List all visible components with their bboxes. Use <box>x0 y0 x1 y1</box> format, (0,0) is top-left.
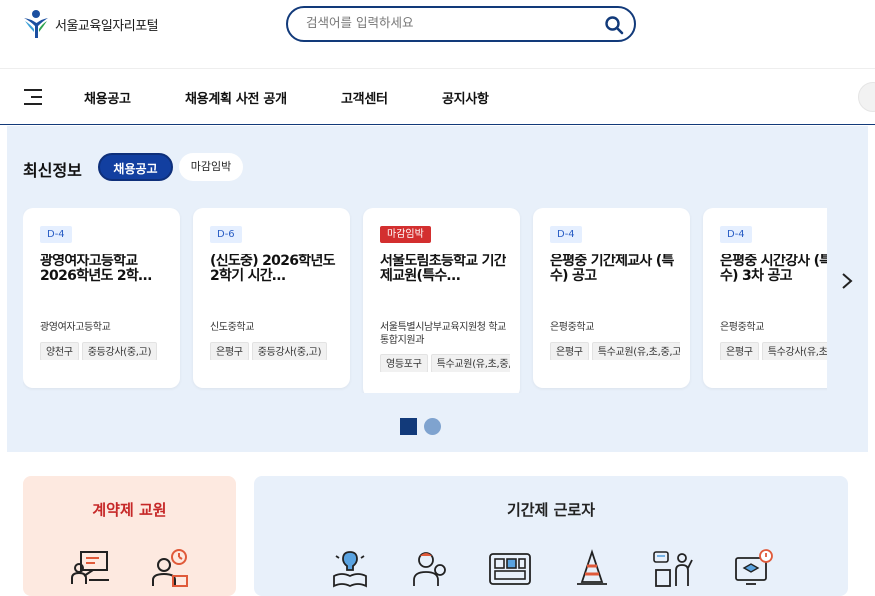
job-card[interactable]: D-4 은평중 기간제교사 (특수) 공고 은평중학교 은평구 특수교원(유,초,… <box>533 208 690 388</box>
card-title: 은평중 시간강사 (특수) 3차 공고 <box>720 254 827 284</box>
chevron-right-icon[interactable] <box>840 271 854 291</box>
job-card[interactable]: D-4 은평중 시간강사 (특수) 3차 공고 은평중학교 은평구 특수강사(유,… <box>703 208 827 388</box>
online-class-icon <box>735 549 773 585</box>
category-tag: 중등강사(중,고) <box>251 342 328 360</box>
nav-item-customer-center[interactable]: 고객센터 <box>341 88 388 107</box>
dday-badge: D-6 <box>210 226 242 243</box>
fixed-term-worker-title: 기간제 근로자 <box>506 501 596 519</box>
card-tags: 양천구 중등강사(중,고) <box>40 340 170 360</box>
nav-item-notices[interactable]: 공지사항 <box>442 88 489 107</box>
tray-icon <box>489 553 531 585</box>
main-nav: 채용공고 채용계획 사전 공개 고객센터 공지사항 <box>0 68 875 125</box>
teacher-board-icon <box>71 551 109 584</box>
category-tag: 중등강사(중,고) <box>81 342 158 360</box>
region-tag: 양천구 <box>40 342 79 360</box>
card-carousel: D-4 광영여자고등학교 2026학년도 2학… 광영여자고등학교 양천구 중등강… <box>23 208 827 393</box>
nav-item-hiring-plans[interactable]: 채용계획 사전 공개 <box>185 88 287 107</box>
region-tag: 은평구 <box>210 342 249 360</box>
category-tag: 특수강사(유,초,중,고) <box>761 342 827 360</box>
header: 서울교육일자리포털 <box>0 0 875 68</box>
card-tags: 영등포구특수교원(유,초,중,고) <box>380 352 510 372</box>
search-icon[interactable] <box>604 15 624 35</box>
card-title: 서울도림초등학교 기간제교원(특수… <box>380 254 506 284</box>
search-input[interactable] <box>306 15 596 30</box>
card-tags: 은평구 특수교원(유,초,중,고) <box>550 340 680 360</box>
nav-extra-button[interactable] <box>858 82 875 112</box>
presenter-icon <box>653 551 693 587</box>
card-title: (신도중) 2026학년도 2학기 시간… <box>210 254 336 284</box>
card-title: 은평중 기간제교사 (특수) 공고 <box>550 254 674 284</box>
job-card[interactable]: D-6 (신도중) 2026학년도 2학기 시간… 신도중학교 은평구 중등강사(… <box>193 208 350 388</box>
card-school: 은평중학교 <box>550 322 595 333</box>
region-tag: 은평구 <box>550 342 589 360</box>
logo-text: 서울교육일자리포털 <box>55 18 159 34</box>
dday-badge: D-4 <box>550 226 582 243</box>
page-indicator-active[interactable] <box>400 418 417 435</box>
category-tag: 특수교원(유,초,중,고) <box>430 354 510 372</box>
card-school: 신도중학교 <box>210 322 255 333</box>
menu-icon[interactable] <box>24 89 42 105</box>
contract-teacher-title: 계약제 교원 <box>92 501 167 519</box>
fixed-term-worker-section[interactable]: 기간제 근로자 <box>254 476 848 596</box>
page-indicator[interactable] <box>424 418 441 435</box>
search-box <box>286 6 636 42</box>
region-tag: 영등포구 <box>380 354 428 372</box>
logo-icon <box>24 10 48 38</box>
clock-teacher-icon <box>152 549 188 587</box>
dday-badge: D-4 <box>720 226 752 243</box>
people-icon <box>413 552 446 586</box>
site-logo[interactable]: 서울교육일자리포털 <box>22 9 159 39</box>
card-tags: 은평구특수강사(유,초,중,고) <box>720 340 827 360</box>
card-school: 광영여자고등학교 <box>40 322 111 333</box>
category-tag: 특수교원(유,초,중,고) <box>591 342 680 360</box>
tab-closing-soon[interactable]: 마감임박 <box>179 153 243 181</box>
lightbulb-book-icon <box>333 551 367 588</box>
dday-badge: D-4 <box>40 226 72 243</box>
closing-soon-badge: 마감임박 <box>380 226 431 243</box>
latest-info-section: 최신정보 채용공고 마감임박 D-4 광영여자고등학교 2026학년도 2학… … <box>7 126 868 452</box>
region-tag: 은평구 <box>720 342 759 360</box>
nav-item-job-posts[interactable]: 채용공고 <box>84 88 131 107</box>
card-school: 은평중학교 <box>720 322 765 333</box>
traffic-cone-icon <box>577 549 607 585</box>
job-card[interactable]: D-4 광영여자고등학교 2026학년도 2학… 광영여자고등학교 양천구 중등강… <box>23 208 180 388</box>
tab-job-posts[interactable]: 채용공고 <box>98 153 173 181</box>
job-card[interactable]: 마감임박 서울도림초등학교 기간제교원(특수… 서울특별시남부교육지원청 학교통… <box>363 208 520 393</box>
card-title: 광영여자고등학교 2026학년도 2학… <box>40 254 152 284</box>
card-school: 서울특별시남부교육지원청 학교통합지원과 <box>380 322 506 346</box>
contract-teacher-section[interactable]: 계약제 교원 <box>23 476 236 596</box>
card-tags: 은평구 중등강사(중,고) <box>210 340 340 360</box>
section-title: 최신정보 <box>23 161 82 180</box>
